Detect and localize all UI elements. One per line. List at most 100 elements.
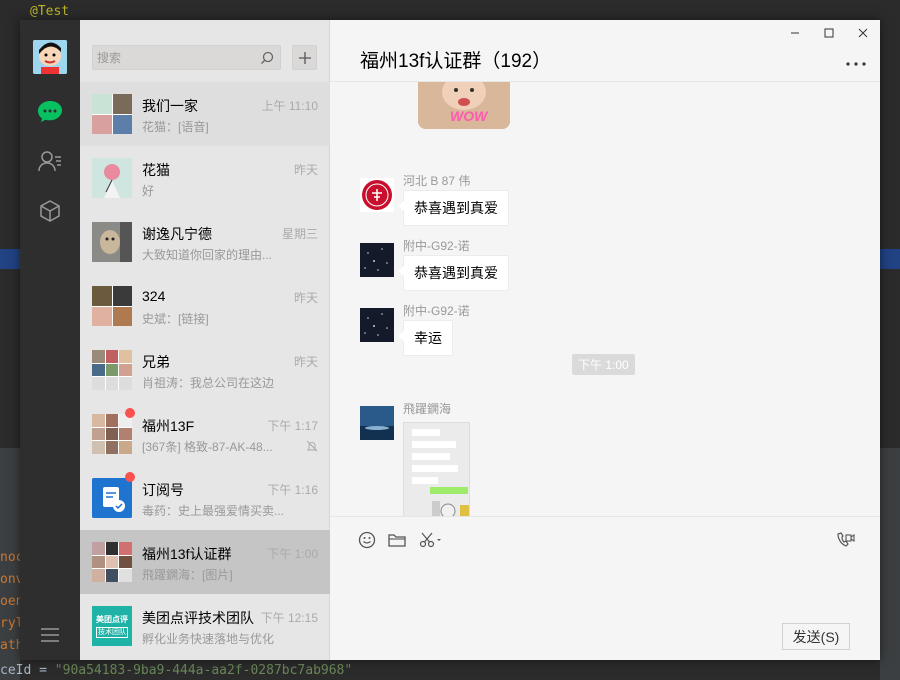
maximize-icon [824, 28, 834, 38]
emoji-icon[interactable] [356, 529, 378, 551]
input-toolbar: 发送(S) [330, 516, 880, 660]
ide-line-highlight [0, 249, 20, 269]
scissors-icon[interactable] [418, 529, 444, 551]
message-bubble[interactable]: 幸运 [398, 320, 453, 356]
group-avatar [92, 94, 132, 134]
unread-dot [125, 472, 135, 482]
sender-avatar[interactable] [360, 243, 394, 277]
session-preview: 史斌：[链接] [142, 312, 209, 326]
session-preview: 大致知道你回家的理由... [142, 248, 273, 262]
more-options-icon[interactable] [846, 50, 866, 71]
search-icon[interactable] [260, 51, 274, 70]
session-preview: 飛躍鐦海：[图片] [142, 568, 233, 582]
session-item[interactable]: 福州13F 下午 1:17 [367条] 格致-87-AK-48... [80, 402, 330, 466]
plus-icon [298, 51, 311, 64]
team-logo-subtext: 技术团队 [96, 627, 128, 638]
session-item[interactable]: 兄弟 昨天 肖祖涛：我总公司在这边 [80, 338, 330, 402]
close-icon [858, 28, 868, 38]
search-box[interactable] [92, 45, 281, 70]
group-avatar [92, 542, 132, 582]
ide-bottom-line: ceId = "90a54183-9ba9-444a-aa2f-0287bc7a… [0, 663, 352, 678]
ide-line-highlight-right [880, 249, 900, 269]
team-logo-text: 美团点评 [96, 615, 128, 624]
mute-bell-icon [306, 439, 318, 457]
session-item[interactable]: 美团点评 技术团队 美团点评技术团队 下午 12:15 孵化业务快速落地与优化 [80, 594, 330, 658]
session-time: 星期三 [281, 227, 318, 241]
sender-avatar[interactable] [360, 178, 394, 212]
session-time: 昨天 [293, 291, 318, 305]
chat-screenshot-image[interactable] [403, 422, 470, 516]
session-list: 我们一家 上午 11:10 花猫：[语音] 花猫 昨天 好 谢逸凡宁德 星期三 [80, 82, 330, 658]
sender-avatar[interactable] [360, 308, 394, 342]
maximize-button[interactable] [812, 20, 846, 46]
ide-bottom-string: "90a54183-9ba9-444a-aa2f-0287bc7ab968" [54, 663, 353, 678]
session-time: 下午 1:00 [267, 547, 318, 561]
session-name: 花猫 [142, 162, 170, 178]
window-controls [778, 20, 880, 46]
session-item[interactable]: 谢逸凡宁德 星期三 大致知道你回家的理由... [80, 210, 330, 274]
session-item[interactable]: 花猫 昨天 好 [80, 146, 330, 210]
minimize-button[interactable] [778, 20, 812, 46]
add-chat-button[interactable] [292, 45, 317, 70]
search-input[interactable] [97, 50, 257, 66]
folder-icon[interactable] [386, 529, 408, 551]
group-avatar [92, 286, 132, 326]
message-bubble[interactable]: 恭喜遇到真爱 [398, 255, 509, 291]
sender-name: 河北 B 87 伟 [403, 174, 471, 188]
session-preview: 孵化业务快速落地与优化 [142, 632, 275, 646]
session-name: 324 [142, 288, 166, 304]
close-button[interactable] [846, 20, 880, 46]
session-name: 我们一家 [142, 98, 198, 114]
message-bubble[interactable]: 恭喜遇到真爱 [398, 190, 509, 226]
group-avatar [92, 350, 132, 390]
session-preview: 花猫：[语音] [142, 120, 209, 134]
session-name: 福州13F [142, 418, 195, 434]
contacts-icon[interactable] [37, 148, 63, 174]
sender-avatar[interactable] [360, 406, 394, 440]
minimize-icon [791, 32, 799, 34]
sender-name: 附中-G92-诺 [403, 239, 470, 253]
ide-bottom-prefix: ceId = [0, 663, 55, 678]
chat-header: 福州13f认证群（192） [330, 20, 880, 82]
session-name: 美团点评技术团队 [142, 610, 254, 626]
menu-icon[interactable] [37, 622, 63, 648]
session-time: 下午 1:17 [267, 419, 318, 433]
team-logo-avatar: 美团点评 技术团队 [92, 606, 132, 646]
chat-title: 福州13f认证群（192） [360, 51, 552, 72]
chat-pane: 福州13f认证群（192） WOW 河北 B 87 伟 恭喜遇到真爱 附中-G9… [330, 20, 880, 660]
ide-annotation: @Test [30, 4, 70, 19]
session-item[interactable]: 订阅号 下午 1:16 毒药：史上最强爱情买卖... [80, 466, 330, 530]
session-time: 昨天 [293, 163, 318, 177]
session-time: 昨天 [293, 355, 318, 369]
session-preview: 肖祖涛：我总公司在这边 [142, 376, 275, 390]
nav-sidebar [20, 20, 80, 660]
message-composer[interactable] [350, 561, 860, 611]
message-list: WOW 河北 B 87 伟 恭喜遇到真爱 附中-G92-诺 恭喜遇到真爱 附中-… [330, 82, 880, 516]
sticker-image[interactable]: WOW [418, 82, 510, 129]
sticker-text: WOW [450, 108, 488, 124]
session-item-active[interactable]: 福州13f认证群 下午 1:00 飛躍鐦海：[图片] [80, 530, 330, 594]
session-item[interactable]: 324 昨天 史斌：[链接] [80, 274, 330, 338]
send-button[interactable]: 发送(S) [782, 623, 850, 650]
session-preview: 毒药：史上最强爱情买卖... [142, 504, 285, 518]
time-separator: 下午 1:00 [572, 354, 635, 375]
session-name: 订阅号 [142, 482, 184, 498]
chat-icon[interactable] [37, 98, 63, 124]
video-call-icon[interactable] [834, 529, 856, 551]
sender-name: 附中-G92-诺 [403, 304, 470, 318]
ide-panel-left: noc onv oen ryl ath [0, 448, 23, 680]
collection-cube-icon[interactable] [37, 198, 63, 224]
sender-name: 飛躍鐦海 [403, 402, 452, 416]
unread-dot [125, 408, 135, 418]
contact-avatar [92, 222, 132, 262]
wechat-window: 我们一家 上午 11:10 花猫：[语音] 花猫 昨天 好 谢逸凡宁德 星期三 [20, 20, 880, 660]
subscription-avatar [92, 478, 132, 518]
session-name: 兄弟 [142, 354, 170, 370]
contact-avatar [92, 158, 132, 198]
ide-panel-right [880, 448, 900, 680]
avatar[interactable] [33, 40, 67, 74]
session-name: 福州13f认证群 [142, 546, 232, 562]
session-item[interactable]: 我们一家 上午 11:10 花猫：[语音] [80, 82, 330, 146]
group-avatar [92, 414, 132, 454]
session-time: 下午 12:15 [260, 611, 318, 625]
